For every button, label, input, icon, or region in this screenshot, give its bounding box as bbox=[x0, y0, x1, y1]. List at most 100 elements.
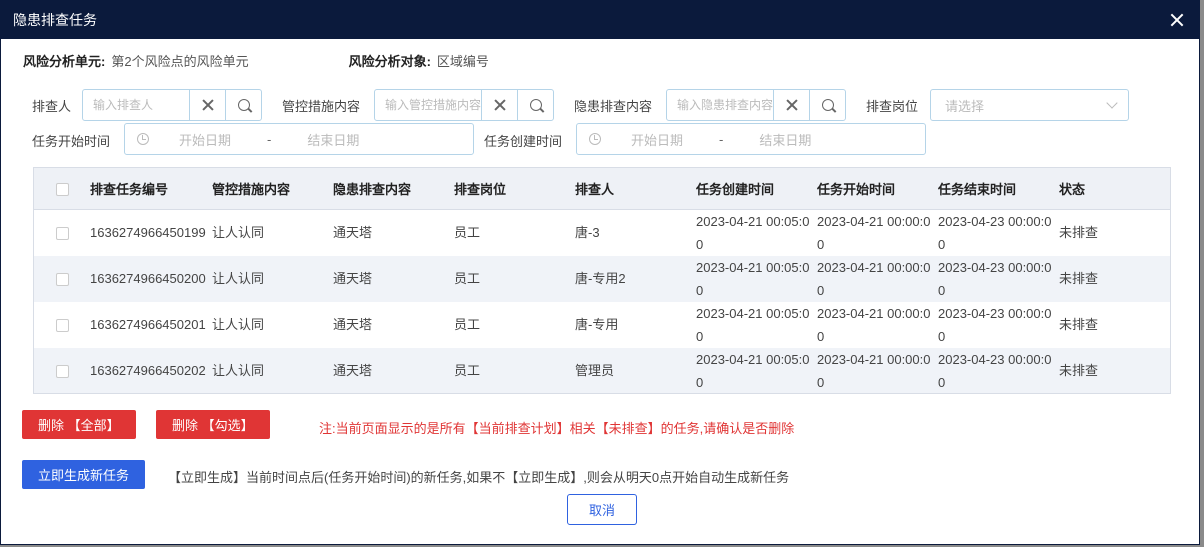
hazard-task-dialog: 隐患排查任务 风险分析单元: 第2个风险点的风险单元 风险分析对象: 区域编号 … bbox=[0, 0, 1200, 545]
cell-inspector: 唐-专用2 bbox=[575, 255, 696, 302]
cell-status: 未排查 bbox=[1059, 317, 1099, 332]
post-select[interactable]: 请选择 bbox=[930, 89, 1129, 121]
inspector-search bbox=[82, 89, 262, 121]
inspector-search-button[interactable] bbox=[225, 90, 261, 120]
table-row[interactable]: 1636274966450202 让人认同 通天塔 员工 管理员 2023-04… bbox=[34, 347, 1170, 393]
delete-selected-button[interactable]: 删除 【勾选】 bbox=[156, 410, 270, 439]
search-icon bbox=[237, 99, 250, 111]
chevron-down-icon bbox=[1106, 97, 1118, 109]
select-all-checkbox[interactable] bbox=[55, 182, 69, 196]
clear-icon bbox=[786, 99, 798, 111]
date-separator: - bbox=[267, 131, 272, 147]
start-time-from[interactable]: 开始日期 bbox=[149, 130, 261, 149]
hazard-search bbox=[666, 89, 846, 121]
header-control: 管控措施内容 bbox=[212, 168, 333, 210]
control-input[interactable] bbox=[375, 90, 481, 120]
cell-hazard: 通天塔 bbox=[333, 225, 373, 240]
row-checkbox[interactable] bbox=[55, 273, 69, 287]
row-checkbox[interactable] bbox=[55, 227, 69, 241]
control-clear-button[interactable] bbox=[481, 90, 517, 120]
header-start-time: 任务开始时间 bbox=[817, 168, 938, 210]
dialog-titlebar: 隐患排查任务 bbox=[1, 1, 1199, 39]
cell-create-time: 2023-04-21 00:05:00 bbox=[696, 255, 817, 302]
control-label: 管控措施内容 bbox=[282, 99, 361, 114]
header-post: 排查岗位 bbox=[454, 168, 575, 210]
cell-task-no: 1636274966450199 bbox=[90, 225, 206, 240]
cell-start-time: 2023-04-21 00:00:00 bbox=[817, 347, 938, 393]
start-time-range[interactable]: 开始日期 - 结束日期 bbox=[124, 123, 474, 155]
hazard-input[interactable] bbox=[667, 90, 773, 120]
cell-create-time: 2023-04-21 00:05:00 bbox=[696, 347, 817, 393]
risk-object-label: 风险分析对象: bbox=[348, 54, 431, 69]
search-icon bbox=[821, 99, 834, 111]
cell-status: 未排查 bbox=[1059, 255, 1170, 302]
post-label: 排查岗位 bbox=[866, 99, 919, 114]
control-search-button[interactable] bbox=[517, 90, 553, 120]
close-icon[interactable] bbox=[1167, 10, 1187, 30]
create-time-range[interactable]: 开始日期 - 结束日期 bbox=[576, 123, 926, 155]
cell-inspector: 唐-专用 bbox=[575, 317, 619, 332]
cell-post: 员工 bbox=[454, 255, 575, 302]
date-separator: - bbox=[719, 131, 724, 147]
row-select-cell bbox=[34, 255, 90, 302]
cell-post: 员工 bbox=[454, 225, 481, 240]
cell-control: 让人认同 bbox=[212, 255, 333, 302]
cell-start-time: 2023-04-21 00:00:00 bbox=[817, 255, 938, 302]
cell-end-time: 2023-04-23 00:00:00 bbox=[938, 347, 1059, 393]
cell-hazard: 通天塔 bbox=[333, 255, 454, 302]
cell-hazard: 通天塔 bbox=[333, 317, 373, 332]
header-status: 状态 bbox=[1059, 168, 1170, 210]
cancel-button[interactable]: 取消 bbox=[567, 494, 637, 525]
header-end-time: 任务结束时间 bbox=[938, 168, 1059, 210]
table-row[interactable]: 1636274966450201 让人认同 通天塔 员工 唐-专用 2023-0… bbox=[34, 302, 1170, 348]
cell-control: 让人认同 bbox=[212, 317, 265, 332]
cell-inspector: 唐-3 bbox=[575, 225, 600, 240]
header-inspector: 排查人 bbox=[575, 168, 696, 210]
create-time-to[interactable]: 结束日期 bbox=[729, 130, 841, 149]
dialog-title: 隐患排查任务 bbox=[13, 12, 97, 28]
create-time-label: 任务创建时间 bbox=[484, 134, 563, 149]
inspector-input[interactable] bbox=[83, 90, 189, 120]
table-header-row: 排查任务编号 管控措施内容 隐患排查内容 排查岗位 排查人 任务创建时间 任务开… bbox=[34, 168, 1170, 210]
select-all-cell bbox=[34, 168, 90, 210]
hazard-clear-button[interactable] bbox=[773, 90, 809, 120]
cell-task-no: 1636274966450201 bbox=[90, 317, 206, 332]
cell-inspector: 管理员 bbox=[575, 347, 696, 393]
start-time-label: 任务开始时间 bbox=[32, 134, 111, 149]
risk-object-value: 区域编号 bbox=[436, 54, 489, 69]
row-select-cell bbox=[34, 209, 90, 256]
clear-icon bbox=[202, 99, 214, 111]
table-row[interactable]: 1636274966450200 让人认同 通天塔 员工 唐-专用2 2023-… bbox=[34, 255, 1170, 302]
header-create-time: 任务创建时间 bbox=[696, 168, 817, 210]
cell-control: 让人认同 bbox=[212, 347, 333, 393]
cell-hazard: 通天塔 bbox=[333, 347, 454, 393]
inspector-label: 排查人 bbox=[32, 99, 72, 114]
row-checkbox[interactable] bbox=[55, 365, 69, 379]
hazard-search-button[interactable] bbox=[809, 90, 845, 120]
table-row[interactable]: 1636274966450199 让人认同 通天塔 员工 唐-3 2023-04… bbox=[34, 209, 1170, 256]
header-task-no: 排查任务编号 bbox=[90, 168, 212, 210]
cell-end-time: 2023-04-23 00:00:00 bbox=[938, 305, 1052, 344]
header-hazard: 隐患排查内容 bbox=[333, 168, 454, 210]
cell-task-no: 1636274966450200 bbox=[90, 255, 212, 302]
row-select-cell bbox=[34, 347, 90, 393]
cell-status: 未排查 bbox=[1059, 347, 1170, 393]
row-select-cell bbox=[34, 302, 90, 348]
search-icon bbox=[529, 99, 542, 111]
generate-task-button[interactable]: 立即生成新任务 bbox=[22, 460, 146, 489]
clear-icon bbox=[494, 99, 506, 111]
task-table: 排查任务编号 管控措施内容 隐患排查内容 排查岗位 排查人 任务创建时间 任务开… bbox=[33, 167, 1171, 394]
cell-post: 员工 bbox=[454, 317, 481, 332]
create-time-from[interactable]: 开始日期 bbox=[601, 130, 713, 149]
cell-start-time: 2023-04-21 00:00:00 bbox=[817, 305, 931, 344]
risk-unit-label: 风险分析单元: bbox=[23, 54, 106, 69]
delete-all-button[interactable]: 删除 【全部】 bbox=[22, 410, 136, 439]
clock-icon bbox=[137, 133, 149, 145]
risk-unit-value: 第2个风险点的风险单元 bbox=[111, 54, 249, 69]
cell-status: 未排查 bbox=[1059, 225, 1099, 240]
inspector-clear-button[interactable] bbox=[189, 90, 225, 120]
row-checkbox[interactable] bbox=[55, 319, 69, 333]
cell-create-time: 2023-04-21 00:05:00 bbox=[696, 213, 810, 252]
start-time-to[interactable]: 结束日期 bbox=[277, 130, 389, 149]
control-search bbox=[374, 89, 554, 121]
